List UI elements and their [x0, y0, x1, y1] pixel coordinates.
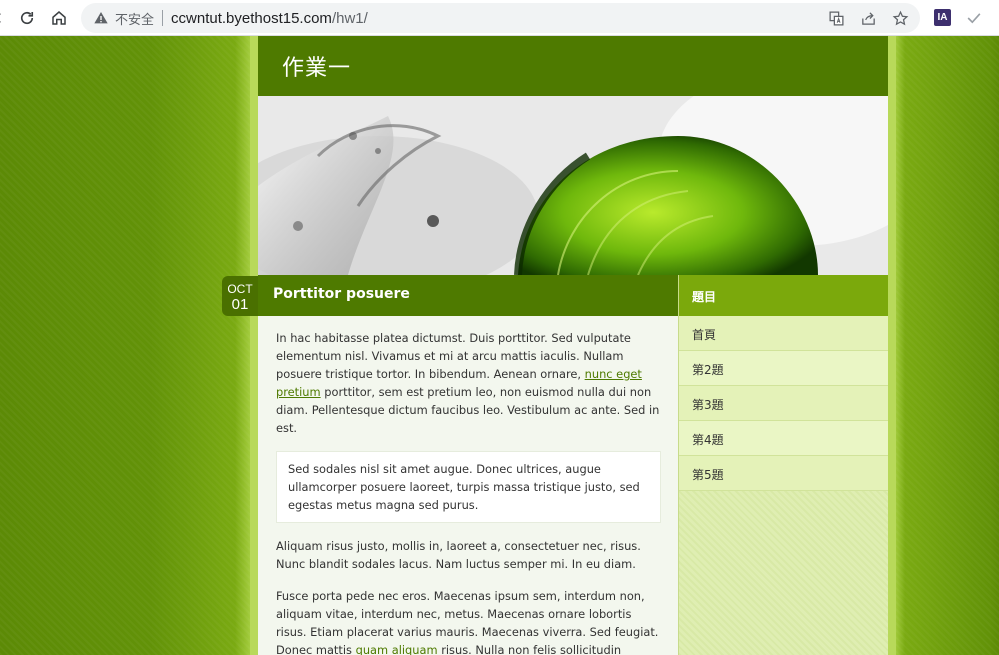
bookmark-star-icon[interactable]: [888, 6, 912, 30]
post-column: Porttitor posuere In hac habitasse plate…: [258, 275, 678, 655]
date-badge: OCT 01: [222, 276, 258, 316]
date-day: 01: [231, 296, 249, 313]
post-paragraph: In hac habitasse platea dictumst. Duis p…: [276, 329, 661, 437]
sidebar: 題目 首頁 第2題 第3題 第4題 第5題: [678, 275, 888, 655]
paragraph-text: risus. Nulla non felis sollicitudin: [437, 643, 622, 655]
paragraph-text: In hac habitasse platea dictumst. Duis p…: [276, 331, 631, 381]
url-host[interactable]: ccwntut.byethost15.com: [171, 10, 332, 27]
date-month: OCT: [227, 282, 253, 296]
blockquote: Sed sodales nisl sit amet augue. Donec u…: [276, 451, 661, 523]
warning-icon[interactable]: [93, 10, 109, 26]
left-border-stripe: [250, 36, 258, 655]
post-header: Porttitor posuere: [258, 275, 678, 316]
home-icon[interactable]: [45, 4, 73, 32]
right-border-stripe: [888, 36, 896, 655]
back-icon[interactable]: [0, 4, 12, 32]
site-title[interactable]: 作業一: [282, 50, 351, 82]
site-header: 作業一: [258, 36, 888, 96]
url-path[interactable]: /hw1/: [332, 10, 368, 27]
translate-icon[interactable]: [824, 6, 848, 30]
sidebar-heading: 題目: [679, 275, 888, 316]
sidebar-item-q5[interactable]: 第5題: [679, 456, 888, 491]
sidebar-item-home[interactable]: 首頁: [679, 316, 888, 351]
post-paragraph: Aliquam risus justo, mollis in, laoreet …: [276, 539, 641, 571]
link-quam-aliquam[interactable]: quam aliquam: [356, 643, 438, 655]
sidebar-item-q3[interactable]: 第3題: [679, 386, 888, 421]
post-body: In hac habitasse platea dictumst. Duis p…: [276, 329, 661, 655]
reload-icon[interactable]: [13, 4, 41, 32]
header-banner-image: [258, 96, 888, 275]
post-paragraph: Fusce porta pede nec eros. Maecenas ipsu…: [276, 587, 661, 655]
paragraph-text: porttitor, sem est pretium leo, non euis…: [276, 385, 660, 435]
checkmark-icon[interactable]: [964, 8, 984, 28]
page-background: 作業一 Porttitor posuere In hac habitasse p…: [0, 36, 999, 655]
browser-toolbar: 不安全 ccwntut.byethost15.com/hw1/ IA: [0, 0, 999, 36]
divider: [162, 10, 164, 26]
security-status[interactable]: 不安全: [115, 9, 154, 28]
sidebar-item-q4[interactable]: 第4題: [679, 421, 888, 456]
share-icon[interactable]: [856, 6, 880, 30]
sidebar-item-q2[interactable]: 第2題: [679, 351, 888, 386]
post-title[interactable]: Porttitor posuere: [273, 286, 410, 302]
extension-ia-icon[interactable]: IA: [934, 9, 951, 26]
address-bar[interactable]: 不安全 ccwntut.byethost15.com/hw1/: [81, 3, 920, 33]
